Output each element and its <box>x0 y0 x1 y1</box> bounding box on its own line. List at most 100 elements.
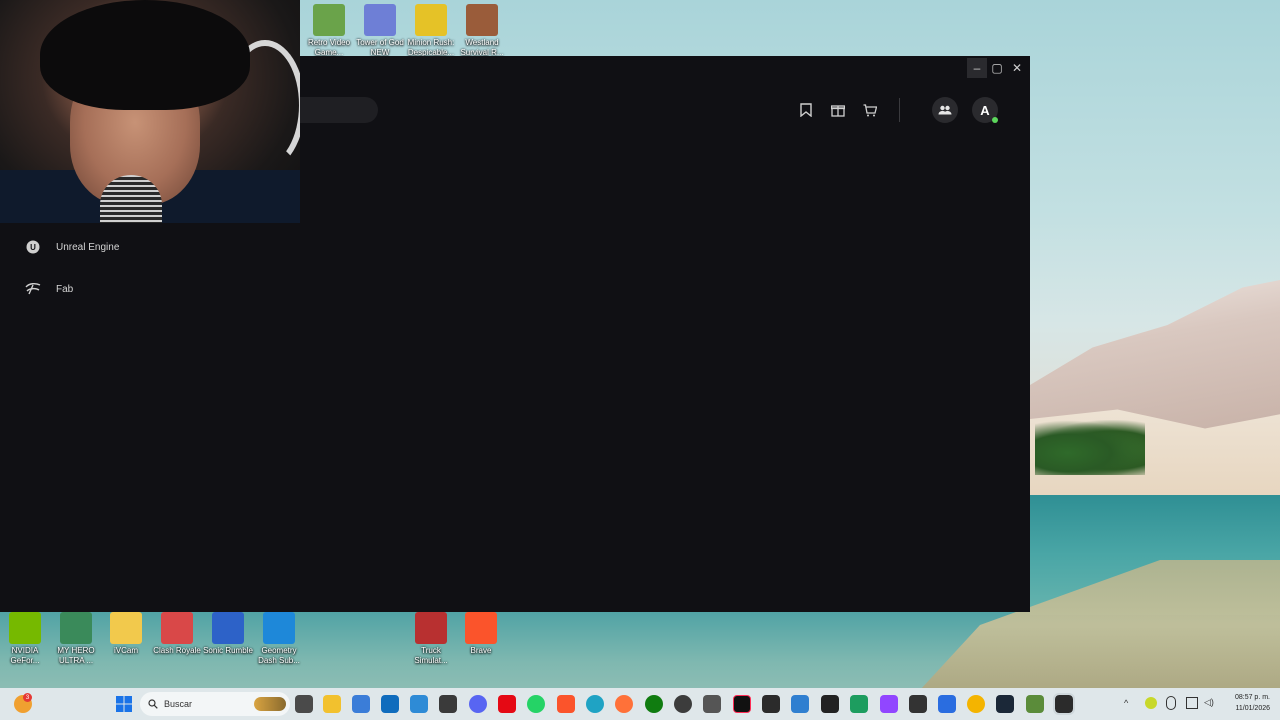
sandbox-icon[interactable] <box>439 695 457 713</box>
maximize-button[interactable]: ▢ <box>987 58 1007 78</box>
network-icon[interactable] <box>1186 697 1198 709</box>
desktop-icon-label: Westland Survival R... <box>460 38 504 57</box>
desktop-icon-label: iVCam <box>113 646 138 655</box>
search-icon <box>148 699 158 709</box>
edge-icon[interactable] <box>586 695 604 713</box>
toolbar-icons <box>796 100 892 120</box>
desktop-icon-brave[interactable]: Brave <box>456 612 506 656</box>
window-controls: – ▢ ✕ <box>967 58 1027 78</box>
desktop-icon-label: Minion Rush: Despicable... <box>407 38 455 57</box>
desktop-icon-label: Retro Video Game... <box>307 38 351 57</box>
desktop-icon-nvidia[interactable]: NVIDIA GeFor... <box>0 612 50 666</box>
volume-icon[interactable]: ◁) <box>1204 697 1216 709</box>
widgets-icon[interactable] <box>410 695 428 713</box>
desktop-icon-minion-rush[interactable]: Minion Rush: Despicable... <box>406 4 456 58</box>
desktop-icon-label: NVIDIA GeFor... <box>10 646 40 665</box>
netflix-icon[interactable] <box>498 695 516 713</box>
gift-icon[interactable] <box>828 100 848 120</box>
sidebar-item-fab[interactable]: Fab <box>24 280 73 298</box>
desktop-icon-retro-video-game[interactable]: Retro Video Game... <box>304 4 354 58</box>
minion-rush-icon <box>415 4 447 36</box>
steam-icon[interactable] <box>996 695 1014 713</box>
store-search-input[interactable] <box>300 97 378 123</box>
notification-badge: 3 <box>23 693 32 702</box>
desktop-icon-geometry-dash[interactable]: Geometry Dash Sub... <box>254 612 304 666</box>
whatsapp-icon[interactable] <box>527 695 545 713</box>
photos-icon[interactable] <box>791 695 809 713</box>
sidebar-item-unreal-engine[interactable]: U Unreal Engine <box>24 238 119 256</box>
minecraft-icon[interactable] <box>1026 695 1044 713</box>
bank-icon[interactable] <box>850 695 868 713</box>
toolbar-divider <box>899 98 900 122</box>
desktop-icon-my-hero[interactable]: MY HERO ULTRA ... <box>51 612 101 666</box>
unreal-engine-icon: U <box>24 238 42 256</box>
friends-icon <box>938 105 952 115</box>
twitch-icon[interactable] <box>880 695 898 713</box>
store-icon[interactable] <box>352 695 370 713</box>
desktop-icon-ivcam[interactable]: iVCam <box>101 612 151 656</box>
desktop-trees <box>1035 420 1145 475</box>
friends-button[interactable] <box>932 97 958 123</box>
nvidia-icon <box>9 612 41 644</box>
sidebar-item-label: Fab <box>56 283 74 295</box>
tray-overflow-icon[interactable]: ^ <box>1124 698 1128 708</box>
fab-icon <box>24 280 42 298</box>
webcam-overlay <box>0 0 300 223</box>
bookmark-icon[interactable] <box>796 100 816 120</box>
xbox-icon[interactable] <box>645 695 663 713</box>
online-status-dot <box>992 117 998 123</box>
windows-icon <box>116 696 132 712</box>
tf-icon[interactable] <box>703 695 721 713</box>
tiktok-icon[interactable] <box>733 695 751 713</box>
tray-app-icon[interactable] <box>1145 697 1157 709</box>
brave-taskbar-icon[interactable] <box>557 695 575 713</box>
my-hero-icon <box>60 612 92 644</box>
desktop-icon-label: Sonic Rumble <box>203 646 253 655</box>
geometry-dash-icon <box>263 612 295 644</box>
search-highlight-image <box>254 697 286 711</box>
epic-games-icon[interactable] <box>762 695 780 713</box>
desktop-icon-label: Geometry Dash Sub... <box>258 646 300 665</box>
clash-royale-icon <box>161 612 193 644</box>
clock-time: 08:57 p. m. <box>1234 694 1270 701</box>
taskbar-search-placeholder: Buscar <box>164 699 193 709</box>
webcam-hair <box>40 0 250 110</box>
close-button[interactable]: ✕ <box>1007 58 1027 78</box>
discord-icon[interactable] <box>469 695 487 713</box>
epic-games-active-icon[interactable] <box>1053 693 1075 715</box>
taskbar: 3 Buscar ^ ◁) 08:57 p. m. 11/01/2026 <box>0 688 1280 720</box>
desktop-icon-westland-survival[interactable]: Westland Survival R... <box>457 4 507 58</box>
chrome-icon[interactable] <box>967 695 985 713</box>
ivcam-icon <box>110 612 142 644</box>
minimize-button[interactable]: – <box>967 58 987 78</box>
desktop-icon-label: Brave <box>470 646 492 655</box>
desktop-icon-sonic-rumble[interactable]: Sonic Rumble <box>203 612 253 656</box>
obs-icon[interactable] <box>674 695 692 713</box>
brave-icon <box>465 612 497 644</box>
sidebar-item-label: Unreal Engine <box>56 241 120 253</box>
taskbar-search[interactable]: Buscar <box>140 692 290 716</box>
firefox-icon[interactable] <box>615 695 633 713</box>
svg-text:U: U <box>30 243 36 252</box>
camera-icon[interactable] <box>821 695 839 713</box>
blue-app-icon[interactable] <box>938 695 956 713</box>
outlook-icon[interactable] <box>381 695 399 713</box>
desktop-icon-label: MY HERO ULTRA ... <box>57 646 95 665</box>
desktop-icon-label: Clash Royale <box>153 646 201 655</box>
desktop-icon-clash-royale[interactable]: Clash Royale <box>152 612 202 656</box>
start-button[interactable] <box>115 695 133 713</box>
retro-video-game-icon <box>313 4 345 36</box>
truck-simulator-icon <box>415 612 447 644</box>
nvidia-taskbar-icon[interactable] <box>909 695 927 713</box>
tower-of-god-icon <box>364 4 396 36</box>
task-view-icon[interactable] <box>295 695 313 713</box>
desktop-icon-label: Truck Simulat... <box>414 646 448 665</box>
file-explorer-icon[interactable] <box>323 695 341 713</box>
sonic-rumble-icon <box>212 612 244 644</box>
desktop-icon-truck-simulator[interactable]: Truck Simulat... <box>406 612 456 666</box>
cart-icon[interactable] <box>860 100 880 120</box>
desktop-mountain <box>1030 280 1280 430</box>
clock-date: 11/01/2026 <box>1235 705 1270 712</box>
clock[interactable]: 08:57 p. m. 11/01/2026 <box>1235 692 1270 714</box>
microphone-icon[interactable] <box>1166 696 1176 710</box>
